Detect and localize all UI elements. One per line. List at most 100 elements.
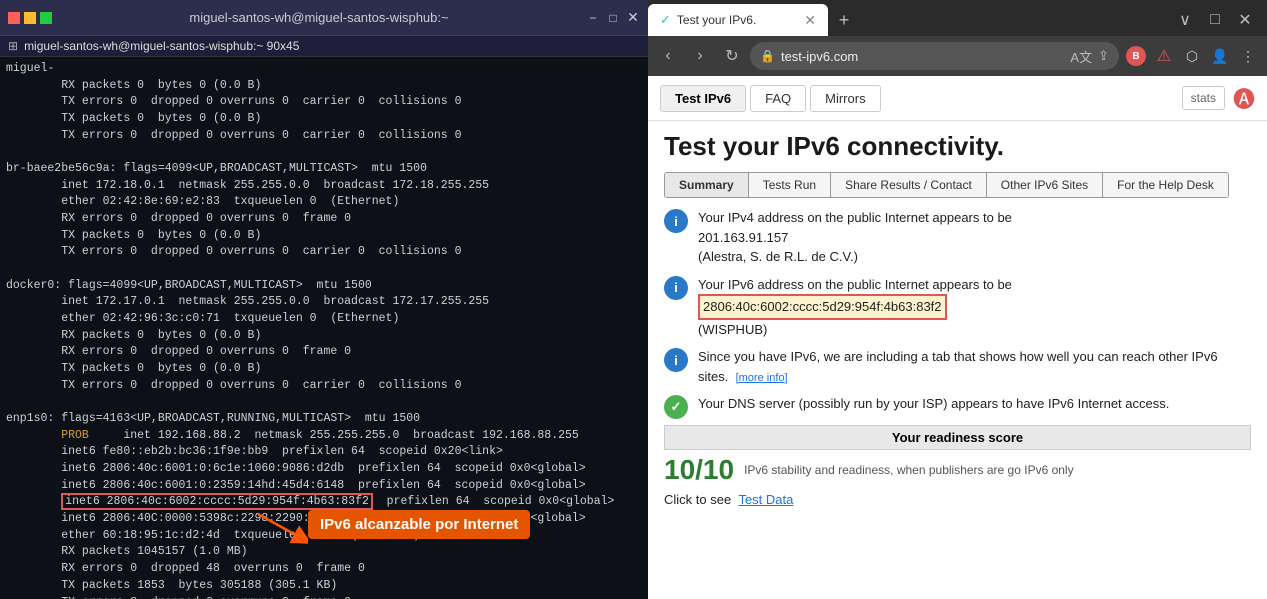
back-btn[interactable]: ‹	[654, 42, 682, 70]
translate-site-icon[interactable]: 🅐	[1233, 82, 1255, 114]
terminal-line: inet6 2806:40C:0000:5398c:2298:2290:1945…	[6, 511, 642, 528]
forward-btn[interactable]: ›	[686, 42, 714, 70]
terminal-line: miguel-	[6, 61, 642, 78]
terminal-line: RX errors 0 dropped 0 overruns 0 frame 0	[6, 211, 642, 228]
terminal-titlebar: miguel-santos-wh@miguel-santos-wisphub:~…	[0, 0, 648, 36]
browser-tab-active[interactable]: ✓ Test your IPv6. ✕	[648, 4, 828, 36]
site-nav-faq[interactable]: FAQ	[750, 85, 806, 112]
website-content: Test IPv6 FAQ Mirrors stats 🅐 Test your …	[648, 76, 1267, 599]
brave-shield-btn[interactable]: B	[1126, 46, 1146, 66]
info-text-tab: Since you have IPv6, we are including a …	[698, 347, 1251, 386]
app-root: miguel-santos-wh@miguel-santos-wisphub:~…	[0, 0, 1267, 599]
ipv6-address-highlight: inet6 2806:40c:6002:cccc:5d29:954f:4b63:…	[61, 493, 373, 510]
terminal-title: miguel-santos-wh@miguel-santos-wisphub:~	[52, 10, 586, 25]
readiness-text: IPv6 stability and readiness, when publi…	[744, 463, 1251, 477]
terminal-line: ether 02:42:8e:69:e2:83 txqueuelen 0 (Et…	[6, 194, 642, 211]
site-main: Test your IPv6 connectivity. Summary Tes…	[648, 121, 1267, 599]
terminal-line: br-baee2be56c9a: flags=4099<UP,BROADCAST…	[6, 161, 642, 178]
terminal-highlight-line: inet6 2806:40c:6002:cccc:5d29:954f:4b63:…	[6, 494, 642, 511]
extensions-icon[interactable]: ⬡	[1179, 43, 1205, 69]
test-data-link[interactable]: Test Data	[738, 492, 793, 507]
terminal-line	[6, 144, 642, 161]
url-shield-icon: 🔒	[760, 49, 775, 63]
browser-toolbar: ‹ › ↻ 🔒 test-ipv6.com A文 ⇪ B ⚠ ⬡	[648, 36, 1267, 76]
more-info-link[interactable]: [more info]	[736, 372, 788, 384]
terminal-line: TX errors 0 dropped 0 overruns 0 carrier…	[6, 94, 642, 111]
browser-toolbar-icons: B ⚠ ⬡ 👤 ⋮	[1123, 43, 1261, 69]
terminal-line: TX packets 0 bytes 0 (0.0 B)	[6, 111, 642, 128]
info-list: i Your IPv4 address on the public Intern…	[664, 208, 1251, 419]
menu-icon[interactable]: ⋮	[1235, 43, 1261, 69]
browser-maximize-btn[interactable]: □	[1201, 6, 1229, 34]
info-item-ipv4: i Your IPv4 address on the public Intern…	[664, 208, 1251, 267]
terminal-line: enp1s0: flags=4163<UP,BROADCAST,RUNNING,…	[6, 411, 642, 428]
info-item-ipv6: i Your IPv6 address on the public Intern…	[664, 275, 1251, 340]
profile-icon[interactable]: 👤	[1207, 43, 1233, 69]
test-data-line: Click to see Test Data	[664, 492, 1251, 507]
readiness-score: 10/10	[664, 454, 734, 486]
site-nav: Test IPv6 FAQ Mirrors stats 🅐	[648, 76, 1267, 121]
browser-chrome: ✓ Test your IPv6. ✕ + ∨ □ ✕ ‹ › ↻	[648, 0, 1267, 76]
terminal-close-dot[interactable]	[8, 12, 20, 24]
info-text-ipv4: Your IPv4 address on the public Internet…	[698, 208, 1012, 267]
share-icon[interactable]: ⇪	[1098, 48, 1109, 64]
browser-tab-bar: ✓ Test your IPv6. ✕ + ∨ □ ✕	[648, 0, 1267, 36]
readiness-section: Your readiness score 10/10 IPv6 stabilit…	[664, 425, 1251, 486]
content-tab-summary[interactable]: Summary	[665, 173, 749, 197]
browser-new-tab-btn[interactable]: +	[828, 4, 860, 36]
warning-icon[interactable]: ⚠	[1151, 43, 1177, 69]
ipv6-address-display: 2806:40c:6002:cccc:5d29:954f:4b63:83f2	[698, 294, 947, 320]
content-tab-share[interactable]: Share Results / Contact	[831, 173, 987, 197]
content-tab-tests-run[interactable]: Tests Run	[749, 173, 831, 197]
terminal-line: inet 172.18.0.1 netmask 255.255.0.0 broa…	[6, 178, 642, 195]
info-item-ipv6-tab: i Since you have IPv6, we are including …	[664, 347, 1251, 386]
test-data-prefix: Click to see	[664, 492, 731, 507]
terminal-line: ether 02:42:96:3c:c0:71 txqueuelen 0 (Et…	[6, 311, 642, 328]
terminal-line: docker0: flags=4099<UP,BROADCAST,MULTICA…	[6, 278, 642, 295]
terminal-line: inet6 2806:40c:6001:0:6c1e:1060:9086:d2d…	[6, 461, 642, 478]
browser-tab-title: Test your IPv6.	[677, 13, 756, 27]
terminal-line	[6, 394, 642, 411]
browser-minimize-btn[interactable]: ∨	[1171, 6, 1199, 34]
browser-tab-close-btn[interactable]: ✕	[804, 12, 816, 29]
info-text-ipv6: Your IPv6 address on the public Internet…	[698, 275, 1012, 340]
info-text-dns: Your DNS server (possibly run by your IS…	[698, 394, 1169, 414]
info-item-dns: ✓ Your DNS server (possibly run by your …	[664, 394, 1251, 419]
site-nav-mirrors[interactable]: Mirrors	[810, 85, 880, 112]
terminal-minimize-btn[interactable]: −	[586, 11, 600, 25]
url-bar[interactable]: 🔒 test-ipv6.com A文 ⇪	[750, 42, 1119, 70]
terminal-line: RX packets 0 bytes 0 (0.0 B)	[6, 78, 642, 95]
terminal-line: TX errors 0 dropped 0 overruns 0 carrier…	[6, 378, 642, 395]
content-tab-help-desk[interactable]: For the Help Desk	[1103, 173, 1228, 197]
info-icon-ipv6: i	[664, 276, 688, 300]
terminal-close-btn[interactable]: ✕	[626, 11, 640, 25]
terminal-line: TX errors 0 dropped 0 overruns 0 carrier…	[6, 128, 642, 145]
reload-btn[interactable]: ↻	[718, 42, 746, 70]
terminal-body[interactable]: miguel- RX packets 0 bytes 0 (0.0 B) TX …	[0, 57, 648, 599]
terminal-line: inet6 fe80::eb2b:bc36:1f9e:bb9 prefixlen…	[6, 444, 642, 461]
terminal-line: inet6 2806:40c:6001:0:2359:14hd:45d4:614…	[6, 478, 642, 495]
terminal-line: TX packets 0 bytes 0 (0.0 B)	[6, 228, 642, 245]
terminal-line: TX packets 1853 bytes 305188 (305.1 KB)	[6, 578, 642, 595]
browser-close-btn[interactable]: ✕	[1231, 6, 1259, 34]
terminal-line: TX packets 0 bytes 0 (0.0 B)	[6, 361, 642, 378]
terminal-min-dot[interactable]	[24, 12, 36, 24]
terminal-line: PROB inet 192.168.88.2 netmask 255.255.2…	[6, 428, 642, 445]
info-icon-ipv4: i	[664, 209, 688, 233]
site-nav-test-ipv6[interactable]: Test IPv6	[660, 85, 746, 112]
terminal-line: ether 60:18:95:1c:d2:4d txqueuelen 1000 …	[6, 528, 642, 545]
url-text: test-ipv6.com	[781, 49, 1064, 64]
browser-window-controls: ∨ □ ✕	[1171, 4, 1267, 36]
brave-shield-icon[interactable]: B	[1123, 43, 1149, 69]
terminal-maximize-btn[interactable]: □	[606, 11, 620, 25]
terminal-line: RX errors 0 dropped 48 overruns 0 frame …	[6, 561, 642, 578]
site-nav-stats[interactable]: stats	[1182, 86, 1225, 110]
site-title: Test your IPv6 connectivity.	[664, 131, 1251, 162]
info-icon-tab: i	[664, 348, 688, 372]
readiness-header: Your readiness score	[664, 425, 1251, 450]
content-tab-other-ipv6[interactable]: Other IPv6 Sites	[987, 173, 1103, 197]
readiness-body: 10/10 IPv6 stability and readiness, when…	[664, 454, 1251, 486]
terminal-max-dot[interactable]	[40, 12, 52, 24]
tab-favicon: ✓	[660, 12, 671, 28]
translate-icon[interactable]: A文	[1070, 47, 1092, 66]
